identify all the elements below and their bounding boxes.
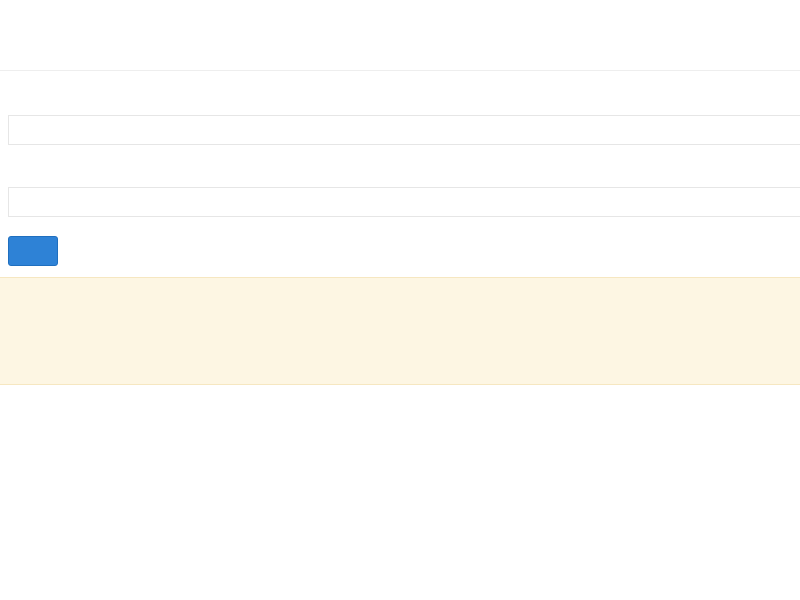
submit-button[interactable] <box>8 236 58 266</box>
result-row <box>0 407 800 447</box>
notice-box <box>0 277 800 385</box>
encoding-select[interactable] <box>8 187 800 217</box>
result-row <box>0 533 800 573</box>
result-row <box>0 450 800 490</box>
top-blank-area <box>0 0 800 71</box>
result-row <box>0 491 800 531</box>
url-input[interactable] <box>8 115 800 145</box>
